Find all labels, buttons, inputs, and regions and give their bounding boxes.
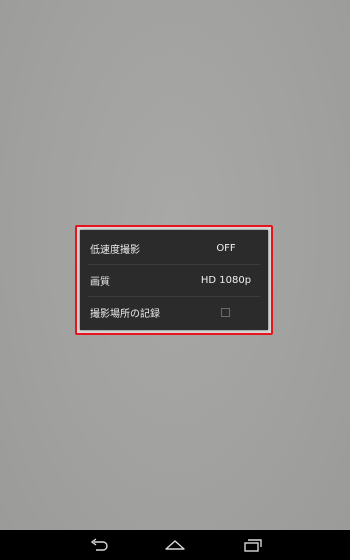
location-record-label: 撮影場所の記録 <box>90 308 160 320</box>
location-record-setting[interactable]: 撮影場所の記録 <box>80 296 268 328</box>
timelapse-label: 低速度撮影 <box>90 244 140 256</box>
home-icon <box>160 535 190 555</box>
home-button[interactable] <box>160 535 190 555</box>
video-quality-value: HD 1080p <box>200 274 252 286</box>
video-quality-label: 画質 <box>90 276 110 288</box>
video-quality-setting[interactable]: 画質 HD 1080p <box>80 264 268 296</box>
timelapse-value: OFF <box>216 242 236 254</box>
timelapse-setting[interactable]: 低速度撮影 OFF <box>80 232 268 264</box>
back-button[interactable] <box>84 535 114 555</box>
recents-icon <box>236 535 266 555</box>
back-icon <box>84 535 114 555</box>
location-record-checkbox[interactable] <box>221 307 230 317</box>
system-navigation-bar <box>0 530 350 560</box>
camera-settings-panel: 低速度撮影 OFF 画質 HD 1080p 撮影場所の記録 <box>80 230 268 330</box>
recents-button[interactable] <box>236 535 266 555</box>
